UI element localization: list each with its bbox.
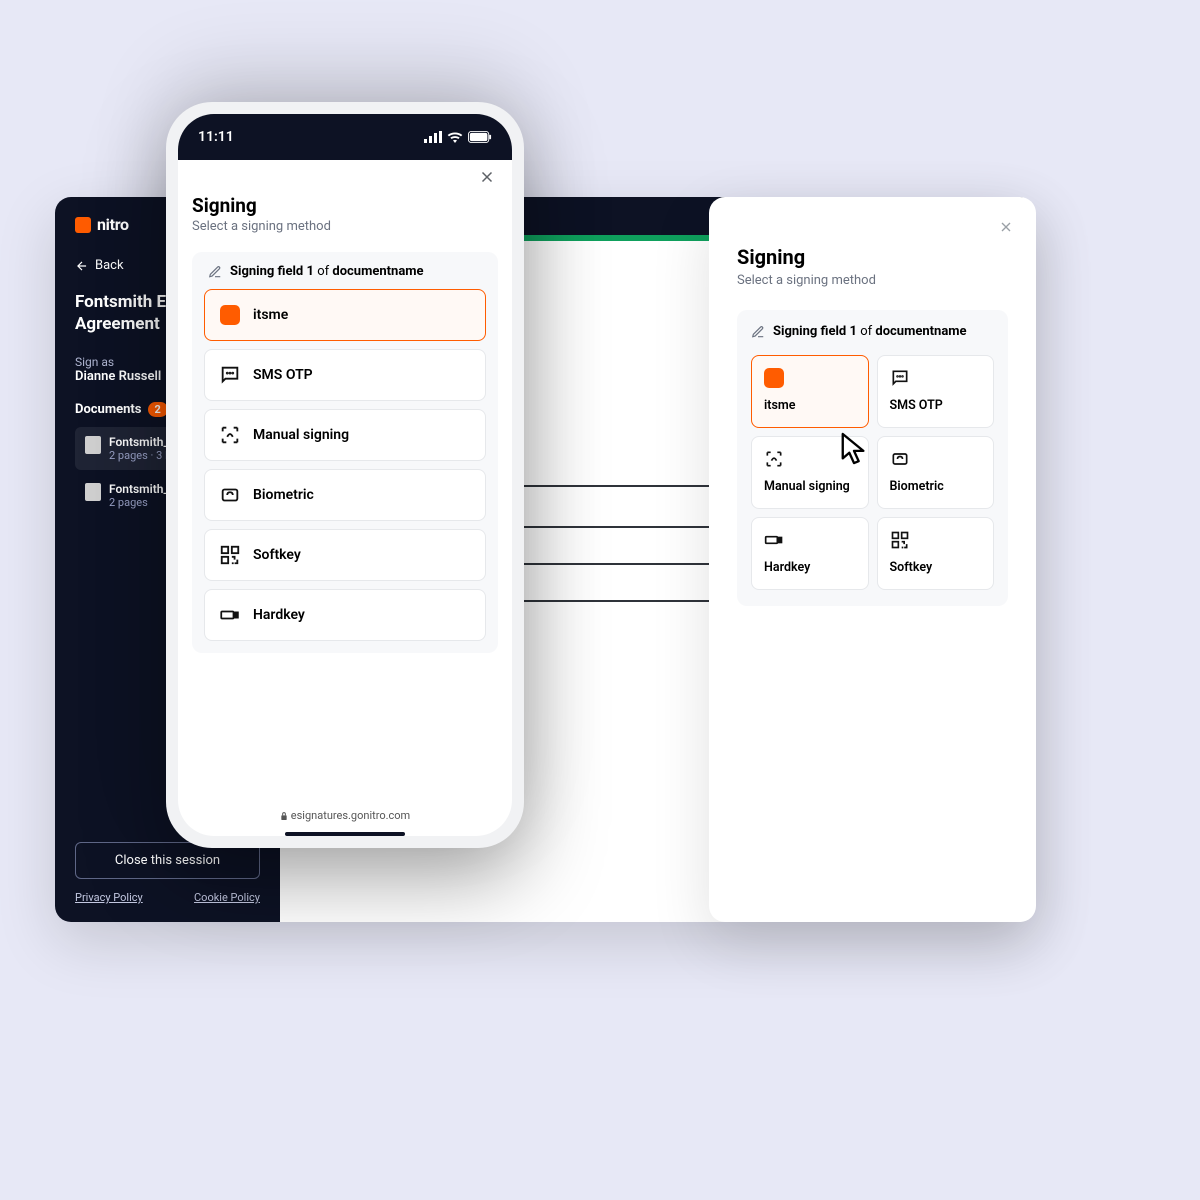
status-bar: 11:11: [178, 114, 512, 160]
wifi-icon: [447, 131, 463, 143]
browser-chrome: esignatures.gonitro.com: [178, 801, 512, 836]
brand-icon: [75, 217, 91, 233]
close-button[interactable]: [478, 168, 496, 186]
sms-icon: [219, 364, 241, 386]
file-icon: [85, 436, 101, 454]
hardkey-icon: [219, 608, 241, 622]
method-softkey[interactable]: Softkey: [877, 517, 995, 590]
hardkey-icon: [764, 533, 784, 547]
phone-body: Signing Select a signing method Signing …: [178, 160, 512, 801]
method-hardkey[interactable]: Hardkey: [204, 589, 486, 641]
close-button[interactable]: [998, 219, 1014, 235]
panel-subtitle: Select a signing method: [737, 273, 1008, 288]
lock-icon: [280, 811, 288, 821]
file-icon: [85, 483, 101, 501]
method-sms-otp[interactable]: SMS OTP: [877, 355, 995, 428]
home-indicator: [285, 832, 405, 836]
biometric-icon: [890, 449, 910, 469]
method-itsme[interactable]: itsme: [204, 289, 486, 341]
pencil-icon: [208, 265, 222, 279]
cursor-pointer-icon: [839, 432, 869, 466]
method-softkey[interactable]: Softkey: [204, 529, 486, 581]
panel-title: Signing: [737, 245, 1008, 269]
pencil-icon: [751, 325, 765, 339]
close-icon: [998, 219, 1014, 235]
method-manual-signing[interactable]: Manual signing: [204, 409, 486, 461]
documents-count-badge: 2: [148, 402, 168, 417]
signing-field-header: Signing field 1 of documentname: [737, 310, 1008, 347]
method-itsme[interactable]: itsme: [751, 355, 869, 428]
manual-sign-icon: [219, 424, 241, 446]
method-hardkey[interactable]: Hardkey: [751, 517, 869, 590]
back-label: Back: [95, 258, 124, 273]
qr-icon: [890, 530, 910, 550]
manual-sign-icon: [764, 449, 784, 469]
itsme-icon: [764, 368, 784, 388]
phone-panel-subtitle: Select a signing method: [192, 219, 498, 234]
url-bar: esignatures.gonitro.com: [178, 801, 512, 826]
privacy-link[interactable]: Privacy Policy: [75, 891, 143, 904]
arrow-left-icon: [75, 259, 89, 273]
phone-screen: 11:11 Signing Select a signing method Si…: [178, 114, 512, 836]
biometric-icon: [219, 484, 241, 506]
signal-icon: [424, 131, 442, 143]
signing-field-header: Signing field 1 of documentname: [204, 264, 486, 279]
close-icon: [478, 168, 496, 186]
cookie-link[interactable]: Cookie Policy: [194, 891, 260, 904]
status-time: 11:11: [198, 129, 234, 145]
qr-icon: [219, 544, 241, 566]
brand-label: nitro: [97, 215, 129, 234]
signing-methods-grid: itsme SMS OTP Manual signing Biometric H…: [737, 347, 1008, 606]
method-biometric[interactable]: Biometric: [877, 436, 995, 509]
signing-methods-list: itsme SMS OTP Manual signing: [204, 289, 486, 641]
sms-icon: [890, 368, 910, 388]
method-biometric[interactable]: Biometric: [204, 469, 486, 521]
method-sms-otp[interactable]: SMS OTP: [204, 349, 486, 401]
signing-panel-desktop: Signing Select a signing method Signing …: [709, 197, 1036, 922]
phone-panel-title: Signing: [192, 194, 498, 217]
battery-icon: [468, 131, 492, 143]
phone-signing-field-box: Signing field 1 of documentname itsme: [192, 252, 498, 653]
phone-frame: 11:11 Signing Select a signing method Si…: [166, 102, 524, 848]
itsme-icon: [220, 305, 240, 325]
